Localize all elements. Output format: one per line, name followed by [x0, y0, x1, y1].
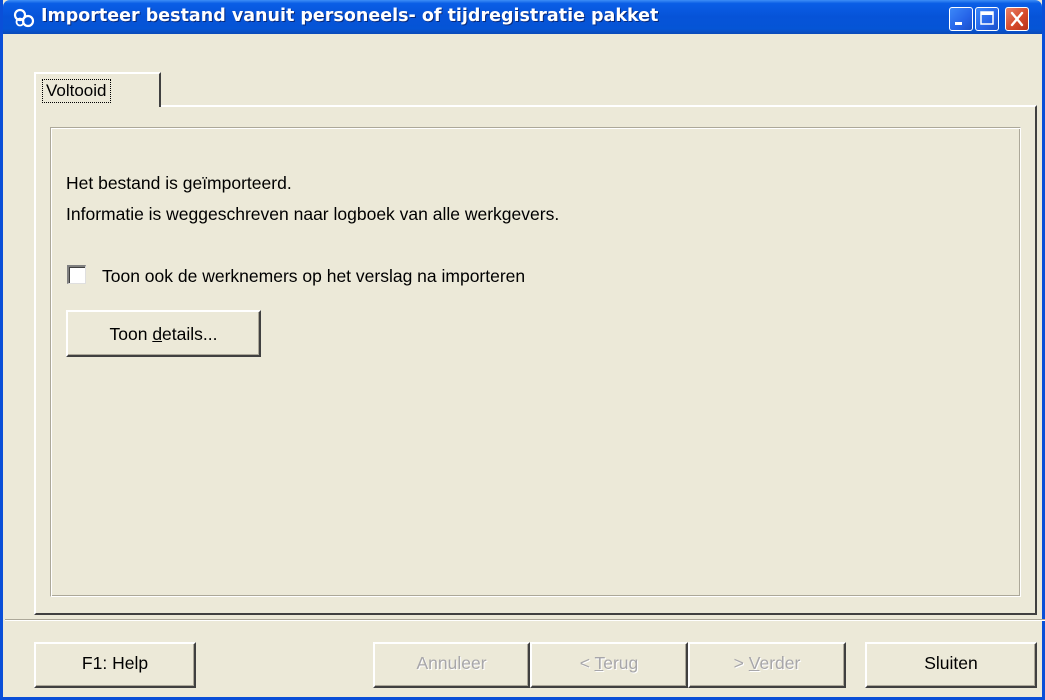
minimize-icon — [955, 22, 962, 25]
footer-separator — [5, 619, 1045, 621]
tab-voltooid[interactable]: Voltooid — [34, 72, 161, 107]
show-details-button[interactable]: Toon details... — [66, 310, 261, 357]
maximize-button[interactable] — [975, 7, 999, 31]
close-button[interactable]: Sluiten — [865, 642, 1037, 688]
minimize-button[interactable] — [949, 7, 973, 31]
content-group — [50, 127, 1021, 597]
maximize-icon — [980, 11, 994, 25]
show-details-label: Toon details... — [109, 324, 218, 344]
dialog-window: Importeer bestand vanuit personeels- of … — [0, 0, 1045, 700]
status-message: Het bestand is geïmporteerd. — [66, 173, 292, 193]
help-button[interactable]: F1: Help — [34, 642, 196, 688]
tab-label: Voltooid — [42, 79, 111, 103]
title-bar[interactable]: Importeer bestand vanuit personeels- of … — [3, 0, 1042, 34]
show-employees-label[interactable]: Toon ook de werknemers op het verslag na… — [102, 266, 525, 287]
back-label: < Terug — [579, 653, 639, 673]
close-window-button[interactable] — [1005, 7, 1029, 31]
window-title: Importeer bestand vanuit personeels- of … — [41, 6, 659, 26]
next-button[interactable]: > Verder — [688, 642, 846, 688]
next-label: > Verder — [733, 653, 801, 673]
info-message: Informatie is weggeschreven naar logboek… — [66, 204, 560, 224]
app-logo-icon — [13, 8, 35, 28]
close-icon — [1010, 11, 1024, 27]
back-button[interactable]: < Terug — [530, 642, 688, 688]
show-employees-checkbox[interactable] — [67, 265, 86, 284]
cancel-button[interactable]: Annuleer — [373, 642, 530, 688]
